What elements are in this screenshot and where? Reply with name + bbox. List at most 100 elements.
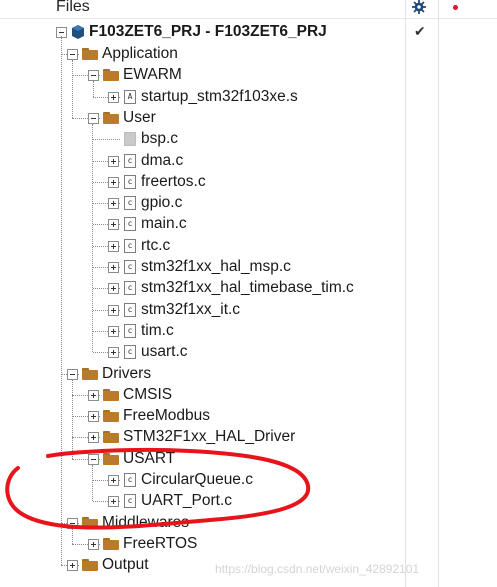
workspace-files-panel: Files F103ZET6_PRJ - F103ZET6_PRJ ✔ Appl…: [0, 0, 497, 587]
collapse-icon[interactable]: [88, 112, 99, 124]
expand-icon[interactable]: [108, 304, 119, 316]
folder-body: [103, 390, 119, 401]
tree-item-label: startup_stm32f103xe.s: [141, 87, 298, 105]
c-file-icon: c: [124, 196, 136, 211]
expand-icon[interactable]: [108, 496, 119, 508]
tree-file-tim-c[interactable]: [0, 321, 497, 343]
c-file-icon: c: [124, 260, 136, 274]
tree-file-stm32f1xx-it-c[interactable]: [0, 300, 497, 322]
c-file-icon: c: [124, 153, 136, 168]
tree-item-label: usart.c: [141, 343, 188, 361]
expand-icon[interactable]: [108, 155, 119, 167]
expand-icon[interactable]: [108, 198, 119, 210]
tree-item-label: stm32f1xx_hal_msp.c: [141, 258, 291, 275]
expand-icon[interactable]: [108, 475, 119, 486]
folder-body: [103, 454, 119, 465]
tree-file-uart-port-c[interactable]: [0, 491, 497, 513]
c-file-icon: c: [124, 281, 136, 296]
folder-icon: [103, 452, 119, 465]
folder-icon: [82, 367, 98, 380]
collapse-icon[interactable]: [88, 453, 99, 465]
tree-folder-freemodbus[interactable]: [0, 406, 497, 428]
tree-file-gpio-c[interactable]: [0, 193, 497, 215]
tree-item-label: CircularQueue.c: [141, 471, 253, 488]
collapse-icon[interactable]: [67, 368, 78, 380]
tree-item-label: USART: [123, 449, 176, 467]
c-file-icon: c: [124, 345, 136, 360]
tree-item-label: Application: [102, 45, 178, 62]
panel-title: Files: [56, 0, 90, 15]
expand-icon[interactable]: [108, 91, 119, 103]
expand-icon[interactable]: [88, 389, 99, 401]
c-file-icon: c: [124, 473, 136, 487]
tree-item-label: Output: [102, 556, 149, 574]
expand-icon[interactable]: [108, 219, 119, 231]
tree-folder-cmsis[interactable]: [0, 385, 497, 407]
c-file-icon: c: [124, 217, 136, 232]
folder-icon: [103, 431, 119, 444]
tree-guide-line: [93, 139, 120, 141]
file-icon: [124, 132, 136, 147]
tree-item-label: gpio.c: [141, 194, 183, 212]
tree-file-main-c[interactable]: [0, 214, 497, 236]
folder-icon: [103, 537, 119, 550]
c-file-icon: c: [124, 494, 136, 509]
expand-icon[interactable]: [108, 262, 119, 273]
tree-folder-freertos[interactable]: [0, 534, 497, 556]
tree-item-label: EWARM: [123, 66, 182, 84]
c-file-icon: c: [124, 238, 136, 253]
tree-item-label: main.c: [141, 215, 187, 233]
assembly-file-icon: A: [124, 89, 136, 104]
folder-icon: [103, 69, 119, 82]
tree-item-label: Drivers: [102, 364, 152, 382]
tree-item-label: Middlewares: [102, 513, 190, 531]
tree-folder-usart[interactable]: [0, 449, 497, 471]
tree-item-label: tim.c: [141, 321, 174, 339]
folder-icon: [82, 48, 98, 60]
expand-icon[interactable]: [108, 240, 119, 252]
folder-body: [103, 539, 119, 550]
tree-file-rtc-c[interactable]: [0, 236, 497, 258]
collapse-icon[interactable]: [67, 49, 78, 60]
tree-file-usart-c[interactable]: [0, 342, 497, 364]
c-file-icon: c: [124, 302, 136, 317]
folder-body: [82, 50, 98, 60]
folder-icon: [82, 516, 98, 529]
check-icon: ✔: [414, 23, 426, 39]
folder-icon: [103, 111, 119, 124]
expand-icon[interactable]: [108, 176, 119, 188]
tree-file-bsp-c[interactable]: [0, 129, 497, 151]
folder-body: [82, 561, 98, 572]
expand-icon[interactable]: [88, 538, 99, 550]
tree-item-label: rtc.c: [141, 236, 171, 254]
expand-icon[interactable]: [67, 560, 78, 572]
expand-icon[interactable]: [108, 347, 119, 359]
c-file-icon: c: [124, 174, 136, 189]
tree-item-label: UART_Port.c: [141, 492, 233, 510]
expand-icon[interactable]: [88, 411, 99, 423]
tree-folder-user[interactable]: [0, 108, 497, 130]
expand-icon[interactable]: [108, 325, 119, 337]
folder-body: [103, 113, 119, 124]
tree-file-dma-c[interactable]: [0, 151, 497, 173]
expand-icon[interactable]: [88, 432, 99, 444]
folder-body: [82, 369, 98, 380]
tree-item-label: stm32f1xx_hal_timebase_tim.c: [141, 279, 354, 297]
collapse-icon[interactable]: [67, 517, 78, 529]
expand-icon[interactable]: [108, 283, 119, 295]
tree-folder-ewarm[interactable]: [0, 65, 497, 87]
tree-item-label: CMSIS: [123, 385, 173, 403]
folder-body: [103, 412, 119, 423]
tree-file-freertos-c[interactable]: [0, 172, 497, 194]
red-dot-icon[interactable]: [453, 5, 458, 10]
gear-icon[interactable]: [412, 0, 426, 14]
folder-body: [103, 433, 119, 444]
folder-icon: [103, 410, 119, 423]
tree-item-label: User: [123, 108, 156, 126]
collapse-icon[interactable]: [88, 70, 99, 82]
project-name: F103ZET6_PRJ - F103ZET6_PRJ: [89, 23, 327, 40]
watermark-text: https://blog.csdn.net/weixin_42892101: [215, 562, 420, 576]
tree-item-label: dma.c: [141, 151, 184, 169]
folder-body: [103, 71, 119, 82]
folder-body: [82, 518, 98, 529]
